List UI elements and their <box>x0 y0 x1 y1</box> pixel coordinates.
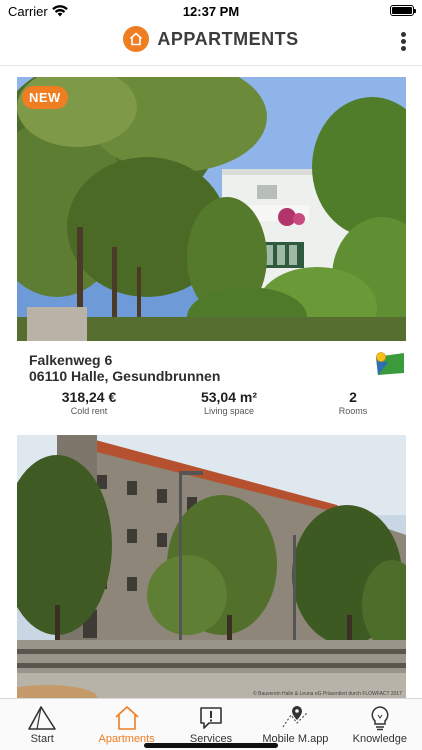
cold-rent-label: Cold rent <box>70 406 108 416</box>
tab-start-label: Start <box>30 733 54 745</box>
new-badge: NEW <box>22 86 68 109</box>
more-options-icon[interactable] <box>398 32 408 56</box>
tab-knowledge[interactable]: Knowledge <box>338 699 422 750</box>
cold-rent-stat: 318,24 € Cold rent <box>35 389 143 416</box>
tab-start[interactable]: Start <box>0 699 84 750</box>
apartment-info: Falkenweg 6 06110 Halle, Gesundbrunnen 3… <box>17 341 406 430</box>
living-space-stat: 53,04 m² Living space <box>177 389 281 416</box>
app-header: APPARTMENTS <box>0 22 422 66</box>
map-pin-icon <box>282 706 308 728</box>
home-indicator <box>144 743 278 748</box>
page-title: APPARTMENTS <box>157 28 299 49</box>
house-logo-icon <box>123 26 150 52</box>
apartment-card[interactable]: NEW Falkenweg 6 06110 Halle, Gesundbrunn… <box>17 77 406 430</box>
apartment-card[interactable]: © Bauverein Halle & Leuna eG Präsentiert… <box>17 435 406 699</box>
apartment-photo[interactable]: NEW <box>17 77 406 341</box>
clock: 12:37 PM <box>182 4 240 19</box>
triangle-icon <box>28 706 57 730</box>
address-street: Falkenweg 6 <box>29 352 113 368</box>
chat-exclamation-icon <box>200 707 222 729</box>
tab-knowledge-label: Knowledge <box>352 733 408 745</box>
rooms-value: 2 <box>349 389 357 405</box>
apartment-photo[interactable]: © Bauverein Halle & Leuna eG Präsentiert… <box>17 435 406 699</box>
photo-credit: © Bauverein Halle & Leuna eG Präsentiert… <box>253 691 402 697</box>
rooms-stat: 2 Rooms <box>317 389 389 416</box>
living-space-label: Living space <box>203 406 255 416</box>
living-space-value: 53,04 m² <box>200 389 258 405</box>
battery-icon <box>390 5 416 16</box>
cold-rent-value: 318,24 € <box>61 389 117 405</box>
rooms-label: Rooms <box>338 406 368 416</box>
map-location-icon[interactable] <box>374 351 406 382</box>
address-city: 06110 Halle, Gesundbrunnen <box>29 368 221 384</box>
house-icon <box>115 706 139 730</box>
status-bar: Carrier 12:37 PM <box>0 0 422 22</box>
lightbulb-icon <box>371 706 389 731</box>
